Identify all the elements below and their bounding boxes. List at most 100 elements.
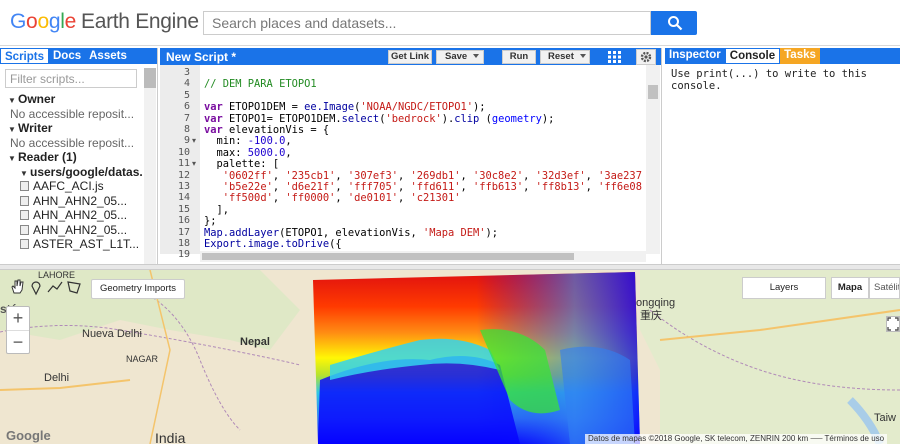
search-input[interactable]: Search places and datasets...: [203, 11, 651, 35]
zoom-in-button[interactable]: +: [7, 307, 29, 331]
save-button[interactable]: Save: [436, 50, 484, 64]
line-number: 13: [177, 181, 190, 192]
code-token: ,: [272, 192, 286, 205]
left-tabs: Scripts Docs Assets: [0, 48, 157, 64]
chevron-down-icon[interactable]: [579, 54, 586, 58]
settings-button[interactable]: [636, 49, 656, 65]
code-token: );: [541, 112, 555, 125]
map-type-map-button[interactable]: Mapa: [831, 277, 869, 299]
code-line[interactable]: '0602ff', '235cb1', '307ef3', '269db1', …: [204, 170, 644, 182]
code-token: 'ff500d': [222, 192, 273, 205]
run-button[interactable]: Run: [502, 50, 536, 64]
map-label-delhi: Delhi: [44, 372, 70, 384]
script-file-item[interactable]: AHN_AHN2_05...: [0, 194, 142, 208]
polygon-draw-icon[interactable]: [65, 278, 83, 296]
tree-folder-header[interactable]: ▼ Owner: [0, 92, 142, 106]
script-file-item[interactable]: AHN_AHN2_05...: [0, 223, 142, 237]
map-label-new-delhi: Nueva Delhi: [82, 328, 142, 340]
tab-console[interactable]: Console: [724, 48, 781, 64]
editor-vertical-scrollbar[interactable]: [646, 65, 660, 254]
tab-assets[interactable]: Assets: [85, 48, 131, 64]
scripts-scrollbar[interactable]: [144, 68, 156, 264]
file-icon: [20, 239, 29, 249]
expand-arrow-icon[interactable]: ▼: [20, 169, 30, 178]
expand-arrow-icon[interactable]: ▼: [8, 96, 18, 105]
code-token: var: [204, 101, 223, 114]
pan-hand-icon[interactable]: [8, 278, 26, 296]
search-button[interactable]: [651, 11, 697, 35]
code-token: 'bedrock': [385, 112, 442, 125]
code-line[interactable]: var elevationVis = {: [204, 124, 644, 136]
tab-inspector[interactable]: Inspector: [665, 48, 725, 64]
filter-scripts-input[interactable]: Filter scripts...: [5, 69, 137, 88]
tree-item[interactable]: ▼ users/google/datas...: [0, 165, 142, 179]
expand-arrow-icon[interactable]: ▼: [8, 125, 18, 134]
code-token: '3ae237': [598, 169, 644, 182]
code-line[interactable]: Export.image.toDrive({: [204, 238, 644, 250]
code-line[interactable]: min: -100.0,: [204, 135, 644, 147]
code-token: max:: [204, 146, 248, 159]
tree-item[interactable]: No accessible reposit...: [0, 136, 142, 150]
line-draw-icon[interactable]: [46, 278, 64, 296]
layers-button[interactable]: Layers: [742, 277, 826, 299]
fullscreen-icon[interactable]: [886, 316, 900, 332]
tree-item[interactable]: No accessible reposit...: [0, 107, 142, 121]
code-token: palette: [: [204, 158, 280, 171]
earth-engine-logo[interactable]: Google Earth Engine: [10, 10, 199, 34]
reset-button[interactable]: Reset: [540, 50, 590, 64]
code-line[interactable]: var ETOPO1DEM = ee.Image('NOAA/NGDC/ETOP…: [204, 101, 644, 113]
tree-folder-header[interactable]: ▼ Writer: [0, 121, 142, 135]
code-line[interactable]: 'ff500d', 'ff0000', 'de0101', 'c21301': [204, 192, 644, 204]
zoom-out-button[interactable]: −: [7, 331, 29, 355]
script-file-item[interactable]: AAFC_ACI.js: [0, 179, 142, 193]
code-line[interactable]: };: [204, 215, 644, 227]
zoom-control: + −: [6, 306, 30, 354]
tab-tasks[interactable]: Tasks: [780, 48, 820, 64]
scrollbar-thumb[interactable]: [144, 68, 156, 88]
tree-item-label: AHN_AHN2_05...: [33, 208, 128, 222]
code-token: ({: [329, 238, 342, 250]
geometry-imports-button[interactable]: Geometry Imports: [91, 279, 186, 299]
code-token: 'ffb613': [473, 181, 524, 193]
code-line[interactable]: Map.addLayer(ETOPO1, elevationVis, 'Mapa…: [204, 227, 644, 239]
code-token: min:: [204, 135, 248, 148]
script-file-item[interactable]: ASTER_AST_L1T...: [0, 237, 142, 251]
logo-suffix: Earth Engine: [80, 10, 199, 33]
code-editor-panel: New Script * Get Link Save Run Reset 345…: [160, 48, 662, 264]
line-number: 18: [177, 238, 190, 249]
map-attribution[interactable]: Datos de mapas ©2018 Google, SK telecom,…: [585, 434, 888, 444]
code-line[interactable]: 'b5e22e', 'd6e21f', 'fff705', 'ffd611', …: [204, 181, 644, 193]
line-number: 16: [177, 215, 190, 227]
code-line[interactable]: // DEM PARA ETOPO1: [204, 78, 644, 90]
gear-icon: [640, 51, 652, 63]
scrollbar-thumb[interactable]: [648, 85, 658, 99]
code-token: ETOPO1DEM =: [222, 101, 305, 114]
script-file-item[interactable]: AHN_AHN2_05...: [0, 208, 142, 222]
line-number: 6: [183, 101, 190, 113]
line-number: 9: [183, 135, 190, 147]
point-marker-icon[interactable]: [27, 278, 45, 296]
code-token: };: [204, 215, 217, 228]
code-token: ,: [272, 181, 286, 193]
code-line[interactable]: var ETOPO1= ETOPO1DEM.select ('bedrock').…: [204, 113, 644, 125]
tab-docs[interactable]: Docs: [49, 48, 85, 64]
code-line[interactable]: max: 5000.0,: [204, 147, 644, 159]
code-line[interactable]: palette: [: [204, 158, 644, 170]
chevron-down-icon[interactable]: [473, 54, 480, 58]
code-token: '0602ff': [222, 169, 273, 182]
scrollbar-thumb[interactable]: [202, 253, 574, 260]
map-view[interactable]: LAHORE stán Nueva Delhi Nepal NAGAR Delh…: [0, 270, 900, 444]
get-link-button[interactable]: Get Link: [388, 50, 432, 64]
expand-arrow-icon[interactable]: ▼: [8, 154, 18, 163]
code-line[interactable]: ],: [204, 204, 644, 216]
editor-horizontal-scrollbar[interactable]: [200, 251, 646, 262]
grid-icon[interactable]: [608, 51, 622, 63]
tree-folder-header[interactable]: ▼ Reader (1): [0, 150, 142, 164]
fold-arrow-icon[interactable]: ▾: [192, 136, 196, 145]
map-type-satellite-button[interactable]: Satélite: [869, 277, 900, 299]
fold-arrow-icon[interactable]: ▾: [192, 159, 196, 168]
map-label-india: India: [155, 430, 186, 444]
tab-scripts[interactable]: Scripts: [0, 48, 49, 64]
code-token: 'de0101': [347, 192, 398, 205]
drawing-tools: [8, 278, 84, 298]
